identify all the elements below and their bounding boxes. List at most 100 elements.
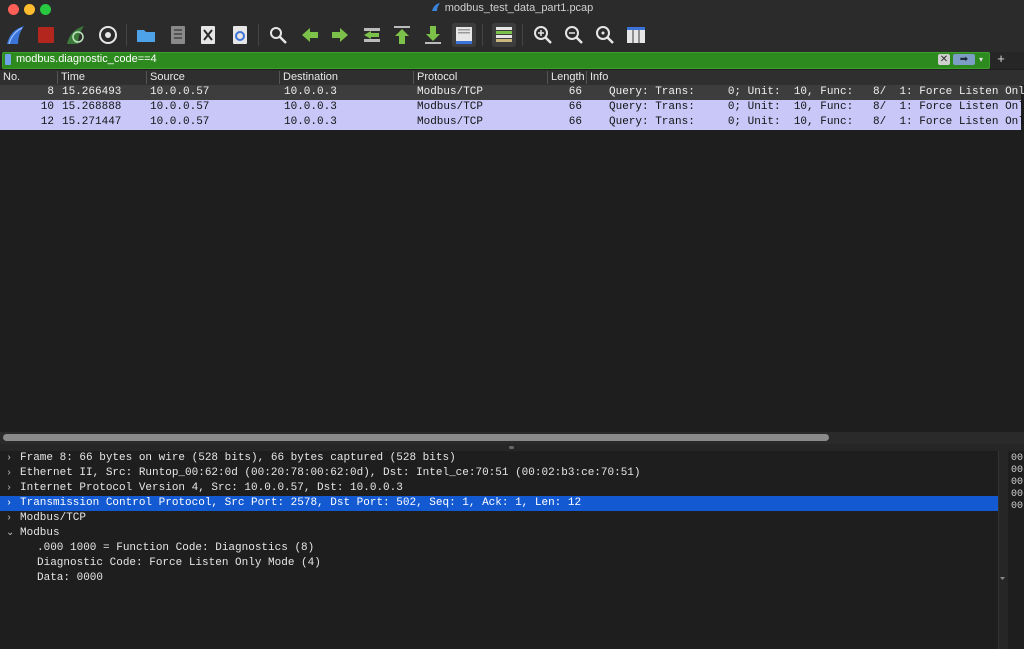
chevron-right-icon[interactable]: › <box>6 511 14 526</box>
toolbar-separator <box>522 24 523 46</box>
column-header-source[interactable]: Source <box>146 71 280 84</box>
packet-info: Query: Trans: 0; Unit: 10, Func: 8/ 1: F… <box>609 86 1024 98</box>
packet-length: 66 <box>568 116 582 128</box>
packet-time: 15.266493 <box>62 86 122 98</box>
detail-text: Transmission Control Protocol, Src Port:… <box>20 497 582 509</box>
packet-info: Query: Trans: 0; Unit: 10, Func: 8/ 1: F… <box>609 101 1024 113</box>
packet-list-header: No. Time Source Destination Protocol Len… <box>0 70 1024 86</box>
packet-no: 10 <box>40 101 54 113</box>
packet-protocol: Modbus/TCP <box>417 86 484 98</box>
detail-tree-item-tcp[interactable]: › Transmission Control Protocol, Src Por… <box>0 496 998 511</box>
packet-source: 10.0.0.57 <box>150 101 210 113</box>
column-header-length[interactable]: Length <box>547 71 585 84</box>
packet-bytes-pane: 00 00 00 00 00 <box>1008 451 1024 649</box>
detail-text: Ethernet II, Src: Runtop_00:62:0d (00:20… <box>20 467 641 479</box>
reload-file-icon[interactable] <box>228 23 252 47</box>
chevron-right-icon[interactable]: › <box>6 481 14 496</box>
close-file-icon[interactable] <box>196 23 220 47</box>
packet-source: 10.0.0.57 <box>150 86 210 98</box>
column-header-protocol[interactable]: Protocol <box>413 71 547 84</box>
details-vertical-scrollbar[interactable] <box>998 451 1008 649</box>
add-filter-button-icon[interactable]: + <box>995 51 1007 67</box>
packet-destination: 10.0.0.3 <box>284 101 337 113</box>
packet-source: 10.0.0.57 <box>150 116 210 128</box>
main-toolbar <box>0 18 1024 53</box>
capture-options-icon[interactable] <box>96 23 120 47</box>
column-header-destination[interactable]: Destination <box>279 71 413 84</box>
bytes-offset: 00 <box>1011 453 1024 464</box>
filter-history-dropdown-icon[interactable]: ▾ <box>976 52 986 67</box>
chevron-down-icon[interactable]: ⌄ <box>6 526 14 541</box>
detail-text: Data: 0000 <box>37 572 104 584</box>
detail-text: Internet Protocol Version 4, Src: 10.0.0… <box>20 482 403 494</box>
detail-tree-item-ipv4[interactable]: › Internet Protocol Version 4, Src: 10.0… <box>0 481 998 496</box>
wireshark-fin-icon <box>431 2 441 12</box>
save-file-icon[interactable] <box>166 23 190 47</box>
go-last-icon[interactable] <box>421 23 445 47</box>
window-title: modbus_test_data_part1.pcap <box>444 2 594 14</box>
filter-bookmark-icon[interactable] <box>5 54 11 65</box>
restart-capture-icon[interactable] <box>64 23 88 47</box>
packet-destination: 10.0.0.3 <box>284 116 337 128</box>
packet-row[interactable]: 12 15.271447 10.0.0.57 10.0.0.3 Modbus/T… <box>0 115 1024 130</box>
normal-size-icon[interactable] <box>593 23 617 47</box>
bytes-offset: 00 <box>1011 489 1024 500</box>
packet-row[interactable]: 10 15.268888 10.0.0.57 10.0.0.3 Modbus/T… <box>0 100 1024 115</box>
display-filter-input[interactable]: modbus.diagnostic_code==4 <box>16 52 157 67</box>
go-forward-icon[interactable] <box>328 23 352 47</box>
detail-field-diagnostic-code[interactable]: Diagnostic Code: Force Listen Only Mode … <box>0 556 998 571</box>
column-header-info[interactable]: Info <box>586 71 1020 84</box>
window-title-container: modbus_test_data_part1.pcap <box>0 2 1024 14</box>
chevron-right-icon[interactable]: › <box>6 466 14 481</box>
chevron-right-icon[interactable]: › <box>6 451 14 466</box>
packet-list: 8 15.266493 10.0.0.57 10.0.0.3 Modbus/TC… <box>0 85 1024 432</box>
packet-length: 66 <box>568 86 582 98</box>
bytes-offset: 00 <box>1011 477 1024 488</box>
detail-tree-item-modbus[interactable]: ⌄ Modbus <box>0 526 998 541</box>
stop-capture-icon[interactable] <box>34 23 58 47</box>
splitter-handle-icon[interactable] <box>509 446 514 449</box>
filter-clear-icon[interactable]: ✕ <box>938 54 950 65</box>
detail-field-data[interactable]: Data: 0000 <box>0 571 998 586</box>
detail-text: Diagnostic Code: Force Listen Only Mode … <box>37 557 321 569</box>
toolbar-separator <box>126 24 127 46</box>
detail-text: Frame 8: 66 bytes on wire (528 bits), 66… <box>20 452 456 464</box>
chevron-right-icon[interactable]: › <box>6 496 14 511</box>
column-header-time[interactable]: Time <box>57 71 147 84</box>
open-file-icon[interactable] <box>134 23 158 47</box>
toolbar-separator <box>258 24 259 46</box>
colorize-icon[interactable] <box>492 23 516 47</box>
toolbar-separator <box>482 24 483 46</box>
go-to-packet-icon[interactable] <box>360 23 384 47</box>
packet-details-pane: › Frame 8: 66 bytes on wire (528 bits), … <box>0 451 998 649</box>
packet-protocol: Modbus/TCP <box>417 116 484 128</box>
packet-row[interactable]: 8 15.266493 10.0.0.57 10.0.0.3 Modbus/TC… <box>0 85 1024 100</box>
packet-no: 8 <box>47 86 54 98</box>
filter-apply-icon[interactable]: ➡ <box>953 54 975 65</box>
packet-destination: 10.0.0.3 <box>284 86 337 98</box>
detail-tree-item-ethernet[interactable]: › Ethernet II, Src: Runtop_00:62:0d (00:… <box>0 466 998 481</box>
detail-text: .000 1000 = Function Code: Diagnostics (… <box>37 542 315 554</box>
find-packet-icon[interactable] <box>266 23 290 47</box>
detail-text: Modbus <box>20 527 60 539</box>
detail-text: Modbus/TCP <box>20 512 87 524</box>
detail-tree-item-frame[interactable]: › Frame 8: 66 bytes on wire (528 bits), … <box>0 451 998 466</box>
column-header-no[interactable]: No. <box>0 71 57 84</box>
scrollbar-grip-icon[interactable] <box>1000 576 1005 580</box>
detail-tree-item-modbus-tcp[interactable]: › Modbus/TCP <box>0 511 998 526</box>
detail-field-function-code[interactable]: .000 1000 = Function Code: Diagnostics (… <box>0 541 998 556</box>
packet-no: 12 <box>40 116 54 128</box>
autoscroll-icon[interactable] <box>452 23 476 47</box>
go-first-icon[interactable] <box>390 23 414 47</box>
packet-time: 15.268888 <box>62 101 122 113</box>
bytes-offset: 00 <box>1011 501 1024 512</box>
packet-time: 15.271447 <box>62 116 122 128</box>
packet-protocol: Modbus/TCP <box>417 101 484 113</box>
zoom-out-icon[interactable] <box>562 23 586 47</box>
zoom-in-icon[interactable] <box>531 23 555 47</box>
start-capture-icon[interactable] <box>4 23 28 47</box>
bytes-offset: 00 <box>1011 465 1024 476</box>
resize-columns-icon[interactable] <box>624 23 648 47</box>
packet-list-scroll-thumb[interactable] <box>3 434 829 441</box>
go-back-icon[interactable] <box>298 23 322 47</box>
